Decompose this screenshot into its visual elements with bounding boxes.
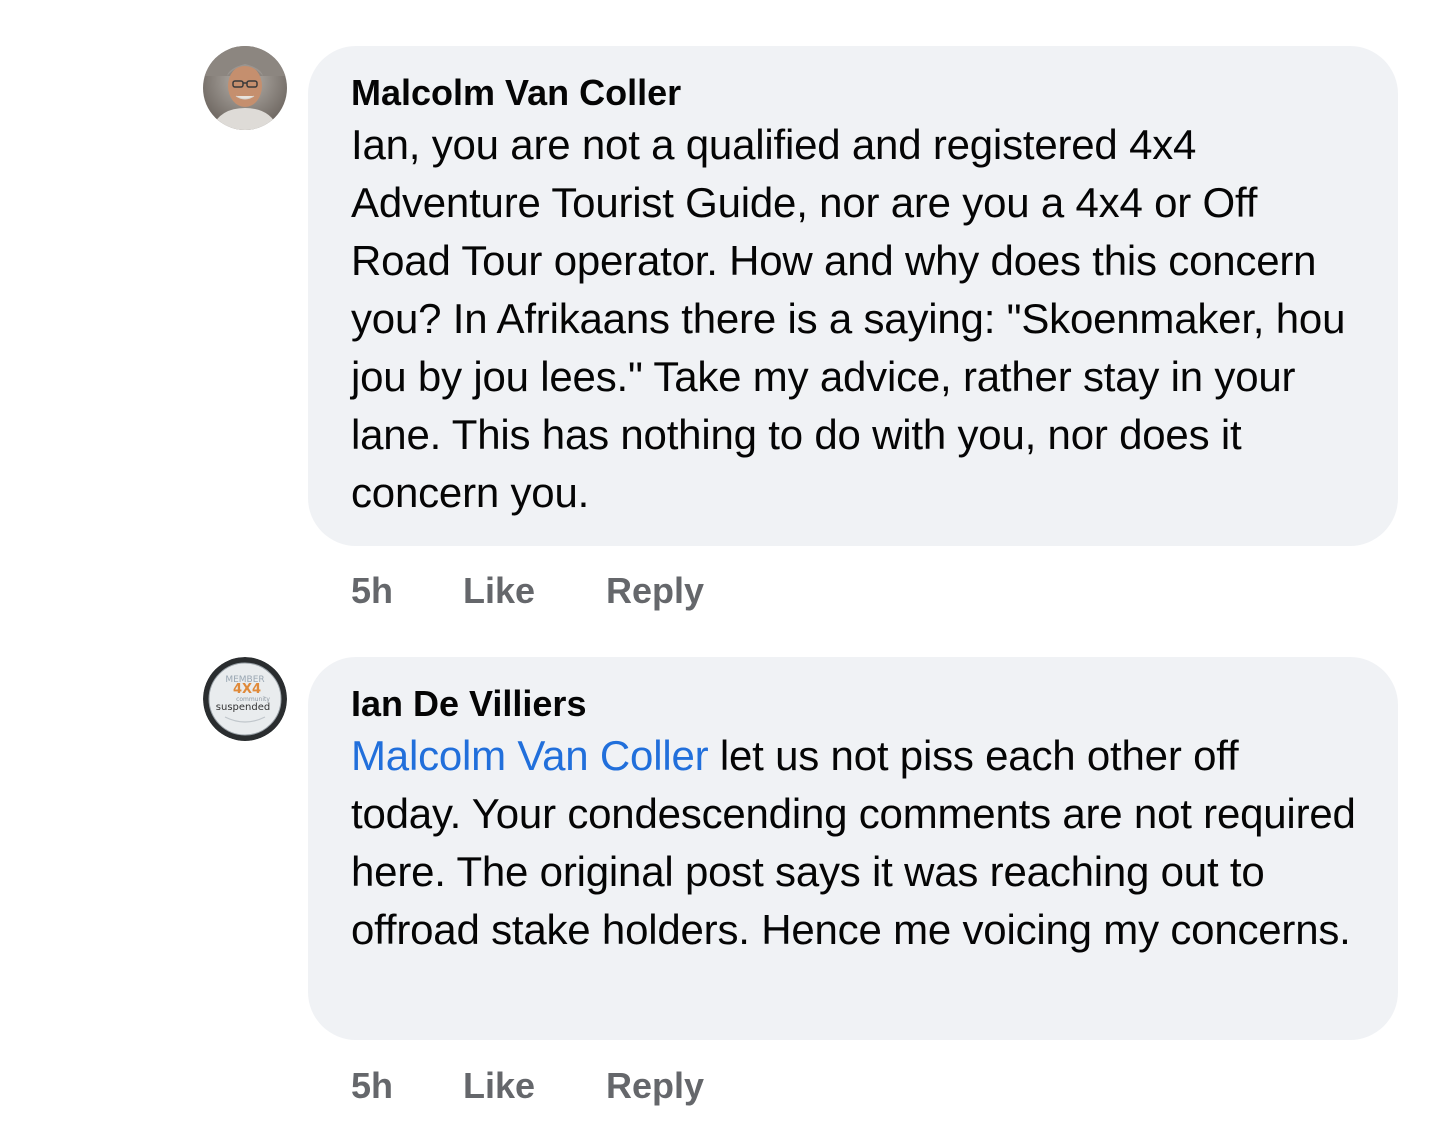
comment-body: Ian, you are not a qualified and registe… <box>351 121 1346 516</box>
comment-text: Ian, you are not a qualified and registe… <box>351 116 1356 522</box>
comment-actions: 5h Like Reply <box>351 1061 704 1111</box>
reply-button[interactable]: Reply <box>606 1065 704 1107</box>
badge-middle-text: 4X4 <box>233 682 261 697</box>
profile-photo-icon <box>203 46 287 130</box>
comment-timestamp[interactable]: 5h <box>351 570 463 612</box>
profile-badge-icon: MEMBER 4X4 community suspended <box>203 657 287 741</box>
reply-button[interactable]: Reply <box>606 570 704 612</box>
avatar[interactable]: MEMBER 4X4 community suspended <box>203 657 287 741</box>
comment-author[interactable]: Malcolm Van Coller <box>351 70 1356 116</box>
badge-bottom-text: suspended <box>216 702 270 713</box>
avatar[interactable] <box>203 46 287 130</box>
like-button[interactable]: Like <box>463 1065 606 1107</box>
mention-link[interactable]: Malcolm Van Coller <box>351 732 709 779</box>
comment-bubble: Malcolm Van Coller Ian, you are not a qu… <box>308 46 1398 546</box>
comment-timestamp[interactable]: 5h <box>351 1065 463 1107</box>
comment-actions: 5h Like Reply <box>351 566 704 616</box>
comment-text: Malcolm Van Coller let us not piss each … <box>351 727 1356 959</box>
comment-author[interactable]: Ian De Villiers <box>351 681 1356 727</box>
like-button[interactable]: Like <box>463 570 606 612</box>
comment-bubble: Ian De Villiers Malcolm Van Coller let u… <box>308 657 1398 1040</box>
